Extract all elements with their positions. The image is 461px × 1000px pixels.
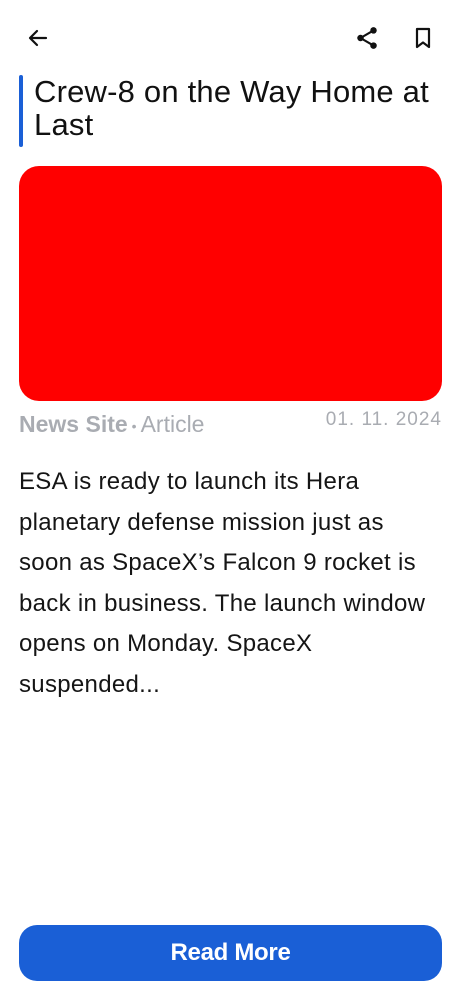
article-type: Article [140, 411, 205, 437]
share-button[interactable] [349, 20, 385, 56]
arrow-left-icon [28, 29, 48, 47]
article-source-line: News Site • Article [19, 409, 204, 441]
meta-separator: • [131, 417, 137, 434]
article-screen: Crew-8 on the Way Home at Last News Site… [0, 0, 461, 1000]
bookmark-icon [415, 27, 431, 49]
article-title-block: Crew-8 on the Way Home at Last [19, 74, 441, 147]
article-image [19, 166, 442, 401]
article-meta: News Site • Article 01. 11. 2024 [19, 409, 442, 439]
article-title: Crew-8 on the Way Home at Last [34, 74, 429, 142]
back-button[interactable] [20, 20, 56, 56]
bookmark-button[interactable] [405, 20, 441, 56]
article-summary: ESA is ready to launch its Hera planetar… [19, 468, 426, 698]
share-icon [357, 27, 377, 49]
title-accent-bar [19, 75, 23, 147]
article-source: News Site [19, 411, 128, 437]
article-date: 01. 11. 2024 [325, 409, 442, 430]
top-app-bar [0, 0, 461, 76]
read-more-button[interactable]: Read More [19, 925, 442, 981]
